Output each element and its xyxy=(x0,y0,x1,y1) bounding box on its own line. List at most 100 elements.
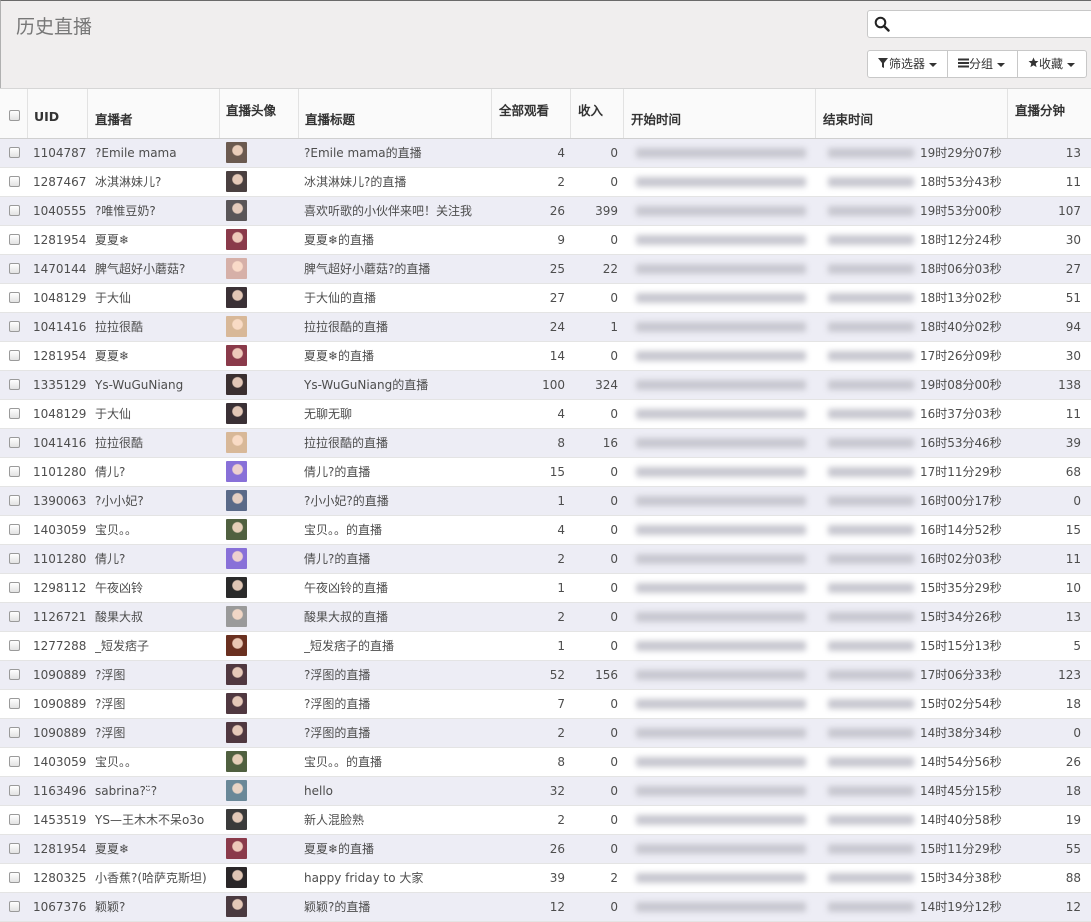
table-row[interactable]: 1281954 夏夏❄ 夏夏❄的直播 9 0 18时12分24秒 30 xyxy=(0,226,1091,255)
row-checkbox[interactable] xyxy=(9,495,20,506)
start-time-redacted xyxy=(636,351,806,361)
row-checkbox[interactable] xyxy=(9,263,20,274)
table-row[interactable]: 1470144 脾气超好小蘑菇? 脾气超好小蘑菇?的直播 25 22 18时06分03秒 2… xyxy=(0,255,1091,284)
star-icon xyxy=(1027,52,1039,78)
table-row[interactable]: 1281954 夏夏❄ 夏夏❄的直播 14 0 17时26分09秒 30 xyxy=(0,342,1091,371)
table-row[interactable]: 1090889 ?浮图 ?浮图的直播 2 0 14时38分34秒 0 xyxy=(0,719,1091,748)
table-row[interactable]: 1048129 于大仙 于大仙的直播 27 0 18时13分02秒 51 xyxy=(0,284,1091,313)
page-title: 历史直播 xyxy=(16,16,93,38)
row-checkbox[interactable] xyxy=(9,437,20,448)
table-row[interactable]: 1281954 夏夏❄ 夏夏❄的直播 26 0 15时11分29秒 55 xyxy=(0,835,1091,864)
row-checkbox[interactable] xyxy=(9,756,20,767)
table-row[interactable]: 1090889 ?浮图 ?浮图的直播 7 0 15时02分54秒 18 xyxy=(0,690,1091,719)
table-row[interactable]: 1041416 拉拉很酷 拉拉很酷的直播 8 16 16时53分46秒 39 xyxy=(0,429,1091,458)
table-row[interactable]: 1390063 ?小小妃? ?小小妃?的直播 1 0 16时00分17秒 0 xyxy=(0,487,1091,516)
group-button-label: 分组 xyxy=(969,57,994,71)
table-row[interactable]: 1280325 小香蕉?(哈萨克斯坦) happy friday to 大家 39 2 1… xyxy=(0,864,1091,893)
end-date-redacted xyxy=(828,293,914,303)
end-time-cell: 14时54分56秒 xyxy=(920,755,1002,769)
row-checkbox[interactable] xyxy=(9,785,20,796)
row-checkbox[interactable] xyxy=(9,205,20,216)
row-checkbox[interactable] xyxy=(9,466,20,477)
end-time-cell: 16时00分17秒 xyxy=(920,494,1002,508)
row-checkbox[interactable] xyxy=(9,727,20,738)
row-checkbox[interactable] xyxy=(9,408,20,419)
search-icon[interactable] xyxy=(874,16,890,32)
end-date-redacted xyxy=(828,148,914,158)
streamer-cell: 于大仙 xyxy=(95,407,132,421)
row-checkbox[interactable] xyxy=(9,379,20,390)
table-row[interactable]: 1453519 YS—王木木不呆o3o 新人混脸熟 2 0 14时40分58秒 19 xyxy=(0,806,1091,835)
row-checkbox[interactable] xyxy=(9,234,20,245)
group-button[interactable]: 分组 xyxy=(947,50,1018,78)
column-header-avatar[interactable]: 直播头像 xyxy=(220,89,299,138)
table-row[interactable]: 1126721 酸果大叔 酸果大叔的直播 2 0 15时34分26秒 13 xyxy=(0,603,1091,632)
column-header-label: 全部观看 xyxy=(499,103,550,118)
table-row[interactable]: 1403059 宝贝。。 宝贝。。的直播 8 0 14时54分56秒 26 xyxy=(0,748,1091,777)
uid-cell: 1470144 xyxy=(33,262,87,276)
column-header-income[interactable]: 收入 xyxy=(571,89,624,138)
row-checkbox[interactable] xyxy=(9,292,20,303)
filter-button[interactable]: 筛选器 xyxy=(867,50,948,78)
select-all-checkbox[interactable] xyxy=(9,110,20,121)
table-row[interactable]: 1048129 于大仙 无聊无聊 4 0 16时37分03秒 11 xyxy=(0,400,1091,429)
row-checkbox[interactable] xyxy=(9,669,20,680)
column-header-title[interactable]: 直播标题 xyxy=(299,89,492,138)
table-row[interactable]: 1101280 倩儿? 倩儿?的直播 15 0 17时11分29秒 68 xyxy=(0,458,1091,487)
views-cell: 2 xyxy=(557,175,565,189)
search-input[interactable] xyxy=(896,14,1090,36)
table-row[interactable]: 1067376 颖颖? 颖颖?的直播 12 0 14时19分12秒 12 xyxy=(0,893,1091,922)
table-row[interactable]: 1287467 冰淇淋妹儿? 冰淇淋妹儿?的直播 2 0 18时53分43秒 11 xyxy=(0,168,1091,197)
table-row[interactable]: 1403059 宝贝。。 宝贝。。的直播 4 0 16时14分52秒 15 xyxy=(0,516,1091,545)
row-checkbox[interactable] xyxy=(9,814,20,825)
end-time-cell: 15时02分54秒 xyxy=(920,697,1002,711)
row-checkbox[interactable] xyxy=(9,147,20,158)
table-row[interactable]: 1090889 ?浮图 ?浮图的直播 52 156 17时06分33秒 123 xyxy=(0,661,1091,690)
title-cell: 冰淇淋妹儿?的直播 xyxy=(304,175,407,189)
column-header-start[interactable]: 开始时间 xyxy=(624,89,816,138)
views-cell: 8 xyxy=(557,755,565,769)
end-time-cell: 19时29分07秒 xyxy=(920,146,1002,160)
table-row[interactable]: 1041416 拉拉很酷 拉拉很酷的直播 24 1 18时40分02秒 94 xyxy=(0,313,1091,342)
row-checkbox[interactable] xyxy=(9,611,20,622)
income-cell: 0 xyxy=(610,581,618,595)
column-header-end[interactable]: 结束时间 xyxy=(816,89,1008,138)
table-row[interactable]: 1104787 ?Emile mama ?Emile mama的直播 4 0 19时29分… xyxy=(0,139,1091,168)
column-header-uid[interactable]: UID xyxy=(28,89,88,138)
row-checkbox[interactable] xyxy=(9,321,20,332)
streamer-cell: ?浮图 xyxy=(95,726,126,740)
table-row[interactable]: 1040555 ?唯惟豆奶? 喜欢听歌的小伙伴来吧！关注我 26 399 19时53分00… xyxy=(0,197,1091,226)
end-date-redacted xyxy=(828,902,914,912)
table-row[interactable]: 1335129 Ys-WuGuNiang Ys-WuGuNiang的直播 100 324… xyxy=(0,371,1091,400)
row-checkbox[interactable] xyxy=(9,582,20,593)
row-checkbox[interactable] xyxy=(9,640,20,651)
table-row[interactable]: 1298112 午夜凶铃 午夜凶铃的直播 1 0 15时35分29秒 10 xyxy=(0,574,1091,603)
column-header-views[interactable]: 全部观看 xyxy=(492,89,571,138)
favorites-button[interactable]: 收藏 xyxy=(1017,50,1087,78)
avatar xyxy=(226,432,247,453)
minutes-cell: 15 xyxy=(1065,523,1081,537)
row-checkbox[interactable] xyxy=(9,698,20,709)
row-checkbox[interactable] xyxy=(9,553,20,564)
avatar xyxy=(226,374,247,395)
search-box[interactable] xyxy=(867,10,1091,38)
income-cell: 0 xyxy=(610,233,618,247)
streamer-cell: 夏夏❄ xyxy=(95,842,130,856)
column-header-streamer[interactable]: 直播者 xyxy=(88,89,220,138)
title-cell: 酸果大叔的直播 xyxy=(304,610,389,624)
title-cell: 拉拉很酷的直播 xyxy=(304,436,389,450)
column-header-minutes[interactable]: 直播分钟 xyxy=(1008,89,1091,138)
row-checkbox[interactable] xyxy=(9,843,20,854)
row-checkbox[interactable] xyxy=(9,524,20,535)
row-checkbox[interactable] xyxy=(9,872,20,883)
table-row[interactable]: 1277288 _短发痞子 _短发痞子的直播 1 0 15时15分13秒 5 xyxy=(0,632,1091,661)
row-checkbox[interactable] xyxy=(9,176,20,187)
table-row[interactable]: 1101280 倩儿? 倩儿?的直播 2 0 16时02分03秒 11 xyxy=(0,545,1091,574)
row-checkbox[interactable] xyxy=(9,901,20,912)
end-date-redacted xyxy=(828,728,914,738)
end-time-cell: 14时19分12秒 xyxy=(920,900,1002,914)
income-cell: 324 xyxy=(595,378,618,392)
table-row[interactable]: 1163496 sabrina?ᵕ̈? hello 32 0 14时45分15秒 18 xyxy=(0,777,1091,806)
start-time-redacted xyxy=(636,322,806,332)
row-checkbox[interactable] xyxy=(9,350,20,361)
